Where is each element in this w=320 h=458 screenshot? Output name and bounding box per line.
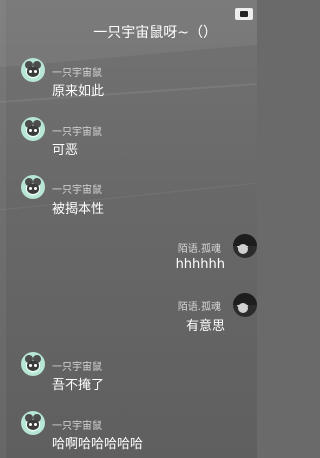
background-edge <box>0 0 6 458</box>
sender-name: 一只宇宙鼠 <box>52 421 102 432</box>
corner-badge-icon <box>235 8 253 20</box>
sender-name: 一只宇宙鼠 <box>52 362 102 373</box>
sender-name: 一只宇宙鼠 <box>52 68 102 79</box>
sender-name: 陌语.孤魂 <box>177 244 221 255</box>
message-text: hhhhhh <box>175 257 225 272</box>
ghost-avatar-icon[interactable] <box>233 293 257 317</box>
ghost-avatar-icon[interactable] <box>233 234 257 258</box>
message-text: 可恶 <box>52 143 79 158</box>
message-text: 有意思 <box>185 319 225 334</box>
chat-header: 一只宇宙鼠呀~（） <box>0 0 257 52</box>
message-text: 被揭本性 <box>52 202 105 217</box>
mouse-avatar-icon[interactable] <box>21 352 45 376</box>
message-text: 哈啊哈哈哈哈哈 <box>52 437 144 452</box>
sender-name: 一只宇宙鼠 <box>52 185 102 196</box>
message-text: 吾不掩了 <box>52 378 105 393</box>
sender-name: 陌语.孤魂 <box>177 302 221 313</box>
mouse-avatar-icon[interactable] <box>21 175 45 199</box>
background-stripe <box>0 83 257 103</box>
mouse-avatar-icon[interactable] <box>21 58 45 82</box>
message-text: 原来如此 <box>52 84 105 99</box>
sender-name: 一只宇宙鼠 <box>52 127 102 138</box>
mouse-avatar-icon[interactable] <box>21 117 45 141</box>
chat-title[interactable]: 一只宇宙鼠呀~（） <box>0 22 257 42</box>
mouse-avatar-icon[interactable] <box>21 411 45 435</box>
